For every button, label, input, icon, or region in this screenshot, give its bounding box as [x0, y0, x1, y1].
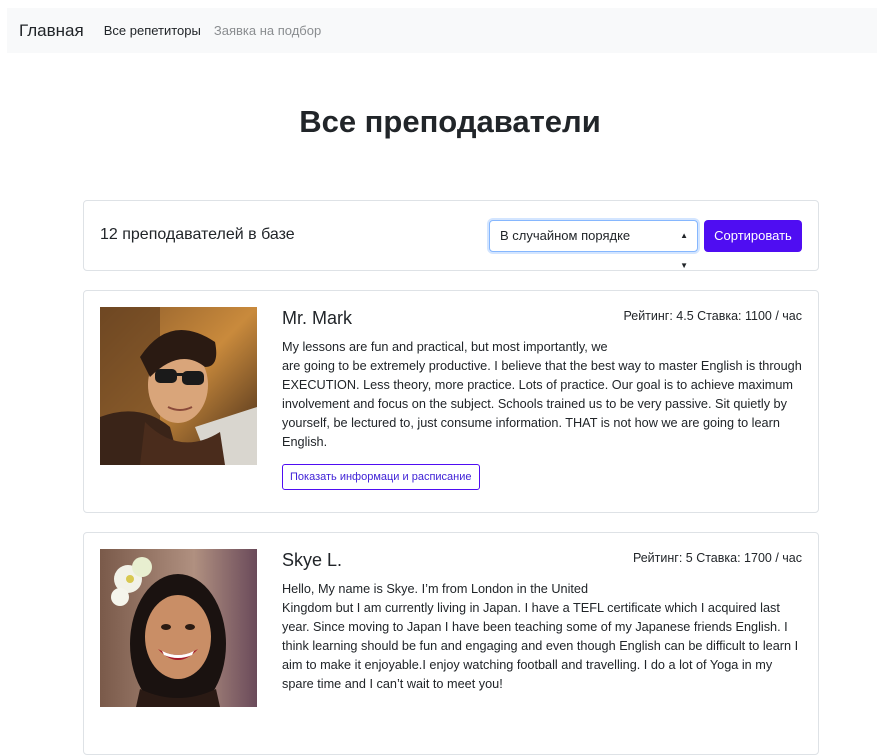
tutor-description-first-line: Hello, My name is Skye. I’m from London …	[282, 582, 589, 596]
select-arrows-icon: ▲ ▼	[680, 231, 688, 270]
nav-link-request[interactable]: Заявка на подбор	[214, 23, 321, 38]
tutor-description-rest: Kingdom but I am currently living in Jap…	[282, 601, 799, 691]
tutor-description: Hello, My name is Skye. I’m from London …	[282, 580, 804, 694]
tutor-rating-rate: Рейтинг: 5 Ставка: 1700 / час	[632, 551, 802, 565]
tutor-description-first-line: My lessons are fun and practical, but mo…	[282, 340, 608, 354]
nav-link-all-tutors[interactable]: Все репетиторы	[104, 23, 201, 38]
tutor-card: Mr. Mark Рейтинг: 4.5 Ставка: 1100 / час…	[83, 290, 819, 513]
tutor-card: Skye L. Рейтинг: 5 Ставка: 1700 / час He…	[83, 532, 819, 755]
sort-order-select[interactable]: В случайном порядке ▲ ▼	[489, 220, 698, 270]
tutor-description: My lessons are fun and practical, but mo…	[282, 338, 804, 452]
tutor-photo	[100, 307, 257, 465]
tutor-name: Mr. Mark	[282, 308, 352, 328]
tutor-description-rest: are going to be extremely productive. I …	[282, 359, 802, 449]
tutor-name: Skye L.	[282, 550, 343, 570]
sort-order-value: В случайном порядке	[500, 228, 631, 243]
navbar: Главная Все репетиторы Заявка на подбор	[7, 8, 877, 53]
tutor-count-text: 12 преподавателей в базе	[100, 226, 295, 243]
page-title: Все преподаватели	[299, 104, 601, 139]
show-info-schedule-button[interactable]: Показать информаци и расписание	[282, 464, 480, 490]
tutor-photo	[100, 549, 257, 707]
filter-card: 12 преподавателей в базе В случайном пор…	[83, 200, 819, 271]
tutor-rating-rate: Рейтинг: 4.5 Ставка: 1100 / час	[623, 309, 802, 323]
sort-button[interactable]: Сортировать	[704, 220, 802, 252]
nav-brand-link[interactable]: Главная	[19, 21, 84, 41]
